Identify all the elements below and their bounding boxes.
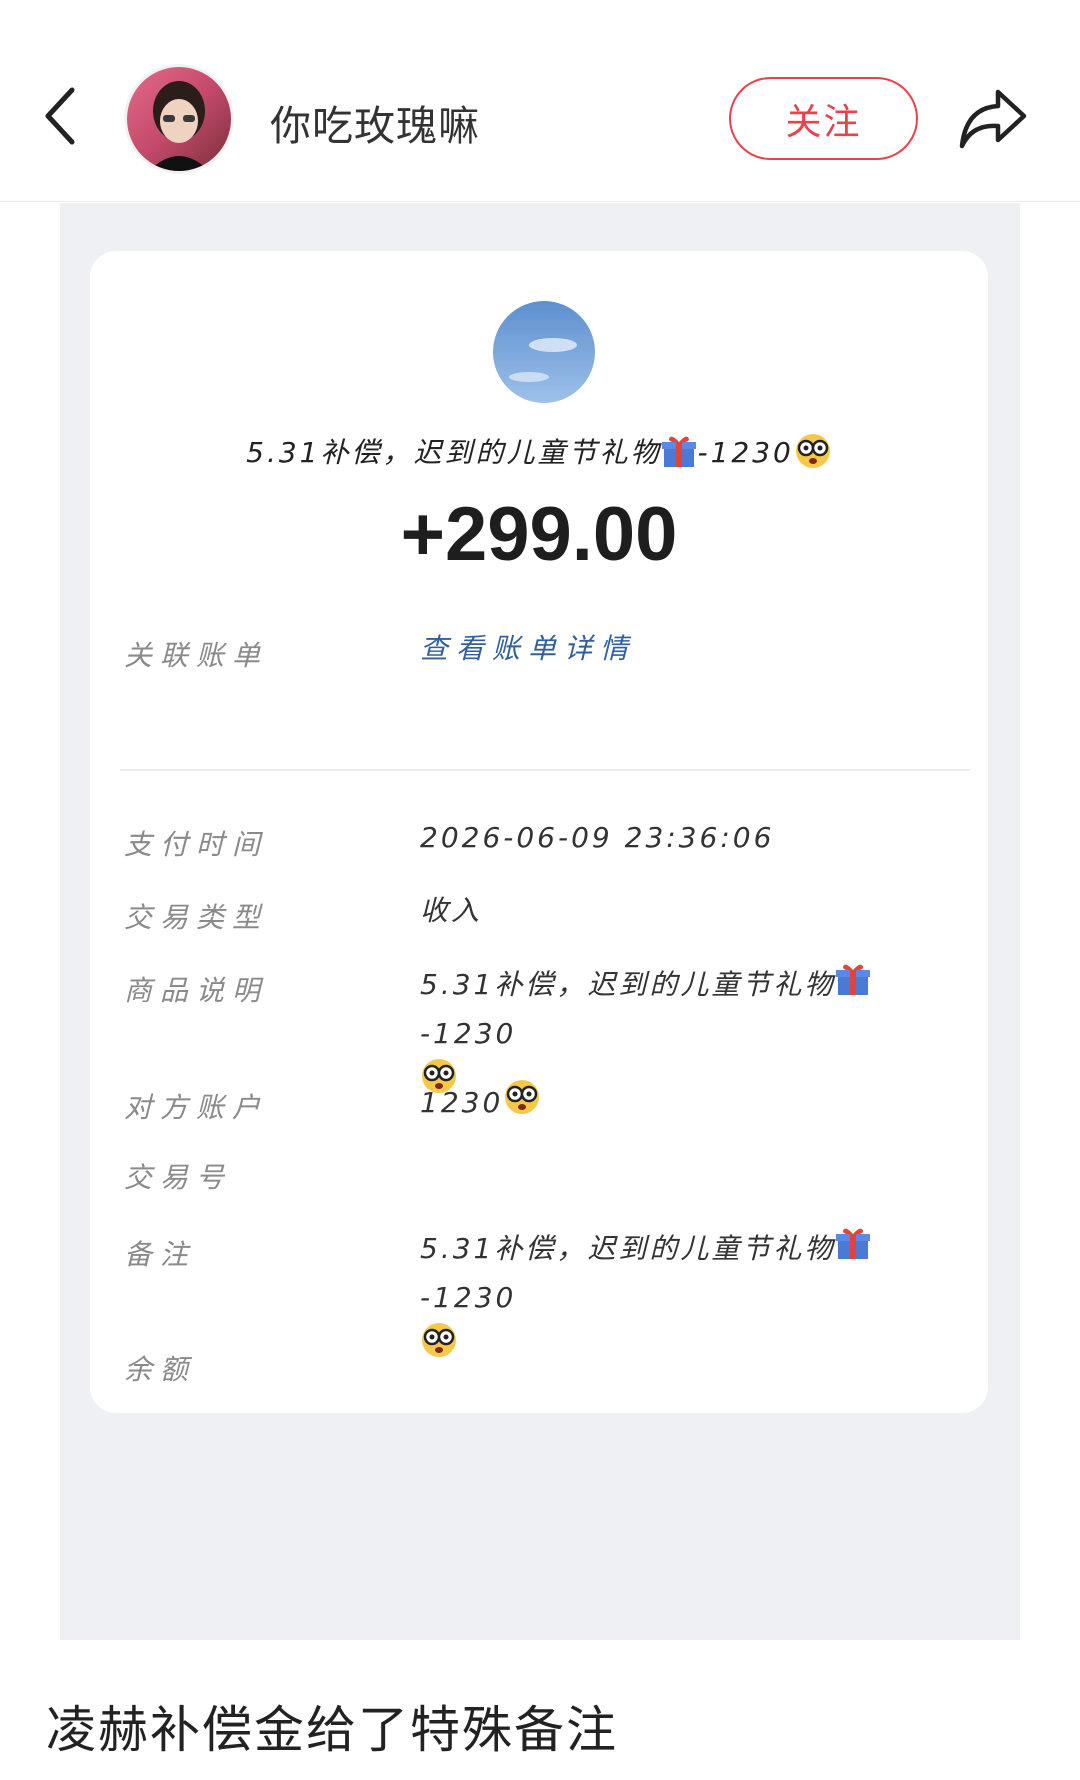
- payer-avatar: [493, 301, 595, 403]
- receipt-title-text: 5.31补偿，迟到的儿童节礼物: [246, 436, 662, 469]
- label-related-bill: 关联账单: [124, 639, 269, 672]
- nerd-face-emoji-icon: [794, 432, 832, 477]
- label-balance: 余额: [124, 1353, 197, 1386]
- nerd-face-emoji-icon: [420, 1321, 458, 1373]
- label-payment-time: 支付时间: [124, 828, 269, 861]
- remark-suffix: -1230: [420, 1281, 517, 1314]
- label-counterparty-account: 对方账户: [124, 1091, 269, 1124]
- gift-emoji-icon: [835, 961, 871, 1011]
- username[interactable]: 你吃玫瑰嘛: [270, 92, 480, 152]
- label-transaction-type: 交易类型: [124, 901, 269, 934]
- amount: +299.00: [400, 492, 678, 577]
- follow-button[interactable]: 关注: [729, 77, 918, 160]
- counterparty-account-text: 1230: [420, 1086, 504, 1119]
- product-description-text: 5.31补偿，迟到的儿童节礼物: [420, 968, 836, 1001]
- gift-emoji-icon: [835, 1225, 871, 1275]
- share-icon: [959, 89, 1027, 149]
- remark-text: 5.31补偿，迟到的儿童节礼物: [420, 1232, 836, 1265]
- label-remark: 备注: [124, 1238, 197, 1271]
- view-bill-details-link[interactable]: 查看账单详情: [420, 626, 960, 672]
- label-product-description: 商品说明: [124, 974, 269, 1007]
- gift-emoji-icon: [661, 433, 697, 476]
- value-remark: 5.31补偿，迟到的儿童节礼物 -1230: [420, 1225, 960, 1373]
- divider: [120, 769, 970, 771]
- post-caption: 凌赫补偿金给了特殊备注: [46, 1701, 618, 1759]
- receipt-title-suffix: -1230: [697, 436, 794, 469]
- share-button[interactable]: [958, 86, 1028, 150]
- value-payment-time: 2026-06-09 23:36:06: [420, 821, 775, 854]
- top-bar: 你吃玫瑰嘛 关注: [0, 0, 1080, 202]
- value-counterparty-account: 1230: [420, 1078, 960, 1130]
- value-transaction-type: 收入: [420, 894, 483, 927]
- avatar[interactable]: [124, 64, 234, 174]
- receipt-card: 5.31补偿，迟到的儿童节礼物 -1230 +299.00 关联账单 查看账单详…: [90, 251, 988, 1413]
- back-button[interactable]: [40, 86, 80, 146]
- label-transaction-number: 交易号: [124, 1161, 233, 1194]
- back-arrow-icon: [45, 87, 75, 145]
- receipt-title: 5.31补偿，迟到的儿童节礼物 -1230: [90, 431, 988, 477]
- receipt-screenshot: 5.31补偿，迟到的儿童节礼物 -1230 +299.00 关联账单 查看账单详…: [60, 203, 1020, 1640]
- product-description-suffix: -1230: [420, 1017, 517, 1050]
- nerd-face-emoji-icon: [503, 1078, 541, 1130]
